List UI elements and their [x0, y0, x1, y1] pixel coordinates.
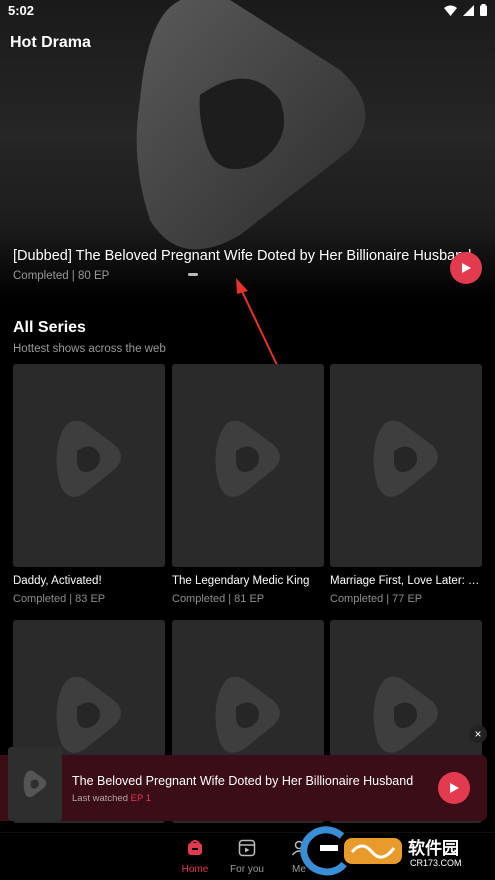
series-status: Completed | 81 EP	[172, 593, 265, 605]
play-logo-icon	[373, 420, 438, 497]
play-logo-icon	[23, 770, 47, 798]
mini-player-close-button[interactable]: ×	[469, 725, 487, 743]
play-icon	[462, 263, 471, 273]
mini-player-title: The Beloved Pregnant Wife Doted by Her B…	[72, 774, 414, 788]
reels-icon	[238, 839, 256, 857]
series-thumbnail[interactable]	[13, 364, 165, 567]
watermark-text: 软件园	[408, 839, 459, 859]
series-card[interactable]: Daddy, Activated! Completed | 83 EP	[13, 364, 165, 605]
mini-player-thumbnail[interactable]	[8, 747, 62, 821]
hero-drama-title[interactable]: [Dubbed] The Beloved Pregnant Wife Doted…	[13, 248, 475, 264]
home-icon	[188, 840, 202, 855]
all-series-heading: All Series	[13, 319, 86, 336]
mini-player[interactable]: The Beloved Pregnant Wife Doted by Her B…	[0, 747, 487, 821]
last-watched-label: Last watched	[72, 793, 128, 804]
play-logo-icon	[215, 676, 280, 753]
series-status: Completed | 77 EP	[330, 593, 423, 605]
series-thumbnail[interactable]	[330, 364, 482, 567]
watermark-swirl-icon	[344, 838, 402, 864]
play-logo-icon	[215, 420, 280, 497]
mini-player-progress: Last watched EP 1	[72, 793, 151, 804]
series-card[interactable]: The Legendary Medic King Completed | 81 …	[172, 364, 324, 605]
series-status: Completed | 83 EP	[13, 593, 106, 605]
carousel-indicator	[188, 273, 198, 276]
watermark-domain: CR173.COM	[410, 858, 462, 868]
nav-item-home[interactable]: Home	[170, 839, 220, 875]
mini-player-play-button[interactable]	[438, 772, 470, 804]
play-logo-icon	[136, 0, 366, 250]
hero-banner[interactable]: 5:02 Hot Drama [Dubbed] The Beloved Preg…	[0, 0, 495, 300]
last-watched-episode: EP 1	[130, 793, 152, 804]
play-icon	[450, 783, 459, 793]
series-title: Marriage First, Love Later: The Secret W…	[330, 575, 482, 587]
status-bar: 5:02	[0, 0, 495, 22]
play-logo-icon	[56, 676, 121, 753]
battery-icon	[480, 4, 487, 16]
play-logo-icon	[373, 676, 438, 753]
signal-icon	[463, 4, 474, 16]
play-logo-icon	[56, 420, 121, 497]
watermark-logo: 软件园 CR173.COM	[300, 826, 490, 878]
hero-play-button[interactable]	[450, 252, 482, 284]
series-thumbnail[interactable]	[172, 364, 324, 567]
annotation-arrow-icon	[236, 278, 278, 366]
wifi-icon	[444, 5, 457, 16]
nav-item-for-you[interactable]: For you	[222, 839, 272, 875]
hero-drama-status: Completed | 80 EP	[13, 270, 110, 282]
hot-drama-heading: Hot Drama	[10, 34, 91, 51]
all-series-subtitle: Hottest shows across the web	[13, 343, 166, 355]
series-title: Daddy, Activated!	[13, 575, 102, 587]
series-title: The Legendary Medic King	[172, 575, 310, 587]
status-time: 5:02	[8, 3, 35, 18]
series-card[interactable]: Marriage First, Love Later: The Secret W…	[330, 364, 482, 605]
